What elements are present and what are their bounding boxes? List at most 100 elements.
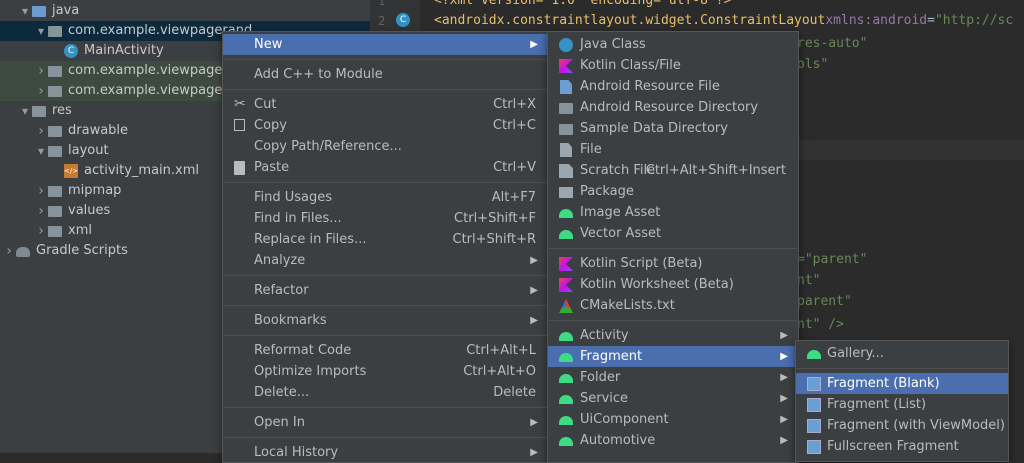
menu-item-fragment-blank[interactable]: Fragment (Blank) bbox=[796, 373, 1008, 394]
menu-item-optimize-imports[interactable]: Optimize Imports Ctrl+Alt+O bbox=[223, 361, 548, 382]
menu-item-kotlin-class-file[interactable]: Kotlin Class/File bbox=[548, 55, 798, 76]
android-icon bbox=[559, 395, 573, 404]
chevron-right-icon[interactable]: › bbox=[36, 81, 46, 101]
chevron-right-icon[interactable]: › bbox=[36, 121, 46, 141]
file-icon bbox=[560, 143, 572, 157]
menu-item-label: Refactor bbox=[254, 283, 309, 298]
chevron-right-icon[interactable]: › bbox=[4, 241, 14, 261]
menu-item-label: Java Class bbox=[580, 37, 646, 52]
android-icon bbox=[559, 416, 573, 425]
menu-separator bbox=[224, 275, 547, 276]
menu-item-android-resource-file[interactable]: Android Resource File bbox=[548, 76, 798, 97]
chevron-right-icon[interactable]: › bbox=[36, 181, 46, 201]
menu-item-label: Activity bbox=[580, 328, 629, 343]
folder-icon bbox=[48, 206, 62, 217]
tree-item-label: java bbox=[52, 3, 80, 18]
code-line: <?xml version="1.0" encoding="utf-8"?> bbox=[434, 0, 731, 8]
chevron-down-icon[interactable]: ▾ bbox=[20, 1, 30, 21]
menu-item-label: Automotive bbox=[580, 433, 656, 448]
menu-item-shortcut: Delete bbox=[493, 385, 536, 400]
chevron-down-icon[interactable]: ▾ bbox=[36, 141, 46, 161]
submenu-arrow-icon: ▶ bbox=[530, 315, 538, 326]
menu-item-file[interactable]: File bbox=[548, 139, 798, 160]
menu-item-label: Find Usages bbox=[254, 190, 333, 205]
menu-item-fragment-with-viewmodel[interactable]: Fragment (with ViewModel) bbox=[796, 415, 1008, 436]
code-token: ="parent" bbox=[797, 252, 868, 267]
submenu-arrow-icon: ▶ bbox=[780, 330, 788, 341]
menu-separator bbox=[224, 407, 547, 408]
tree-item[interactable]: ▾ java bbox=[0, 1, 370, 21]
submenu-arrow-icon: ▶ bbox=[530, 39, 538, 50]
menu-item-label: Android Resource File bbox=[580, 79, 720, 94]
menu-item-shortcut: Ctrl+C bbox=[492, 118, 536, 133]
chevron-right-icon[interactable]: › bbox=[36, 201, 46, 221]
menu-item-package[interactable]: Package bbox=[548, 181, 798, 202]
menu-item-refactor[interactable]: Refactor ▶ bbox=[223, 280, 548, 301]
menu-item-label: Cut bbox=[254, 97, 277, 112]
chevron-down-icon[interactable]: ▾ bbox=[36, 21, 46, 41]
menu-item-find-in-files[interactable]: Find in Files... Ctrl+Shift+F bbox=[223, 208, 548, 229]
menu-item-scratch-file[interactable]: Scratch File Ctrl+Alt+Shift+Insert bbox=[548, 160, 798, 181]
menu-item-sample-data-directory[interactable]: Sample Data Directory bbox=[548, 118, 798, 139]
android-icon bbox=[559, 437, 573, 446]
menu-item-java-class[interactable]: Java Class bbox=[548, 34, 798, 55]
menu-item-uicomponent[interactable]: UiComponent ▶ bbox=[548, 409, 798, 430]
menu-item-folder[interactable]: Folder ▶ bbox=[548, 367, 798, 388]
line-number: 1 bbox=[378, 0, 386, 8]
menu-item-copy[interactable]: Copy Ctrl+C bbox=[223, 115, 548, 136]
tree-item-label: mipmap bbox=[68, 183, 122, 198]
submenu-arrow-icon: ▶ bbox=[530, 285, 538, 296]
menu-item-new[interactable]: New ▶ bbox=[223, 34, 548, 55]
menu-item-label: Optimize Imports bbox=[254, 364, 367, 379]
menu-item-image-asset[interactable]: Image Asset bbox=[548, 202, 798, 223]
menu-item-kotlin-worksheet-beta[interactable]: Kotlin Worksheet (Beta) bbox=[548, 274, 798, 295]
chevron-right-icon[interactable]: › bbox=[36, 221, 46, 241]
menu-item-label: Fragment bbox=[580, 349, 643, 364]
menu-separator bbox=[549, 320, 797, 321]
menu-item-fragment-list[interactable]: Fragment (List) bbox=[796, 394, 1008, 415]
code-line: nt" bbox=[797, 273, 820, 288]
new-submenu: Java Class Kotlin Class/File Android Resou… bbox=[547, 31, 799, 463]
menu-item-open-in[interactable]: Open In ▶ bbox=[223, 412, 548, 433]
menu-item-kotlin-script-beta[interactable]: Kotlin Script (Beta) bbox=[548, 253, 798, 274]
folder-icon bbox=[32, 6, 46, 17]
android-icon bbox=[559, 230, 573, 239]
menu-item-label: Delete... bbox=[254, 385, 310, 400]
menu-item-reformat-code[interactable]: Reformat Code Ctrl+Alt+L bbox=[223, 340, 548, 361]
fragment-icon bbox=[807, 377, 821, 391]
menu-separator bbox=[224, 89, 547, 90]
scissors-icon: ✂ bbox=[234, 96, 246, 112]
menu-item-label: Folder bbox=[580, 370, 621, 385]
code-line: res-auto" bbox=[797, 36, 867, 51]
code-token: <androidx.constraintlayout.widget.Constr… bbox=[434, 13, 826, 28]
menu-item-find-usages[interactable]: Find Usages Alt+F7 bbox=[223, 187, 548, 208]
menu-item-cmakelists-txt[interactable]: CMakeLists.txt bbox=[548, 295, 798, 316]
menu-item-bookmarks[interactable]: Bookmarks ▶ bbox=[223, 310, 548, 331]
menu-item-label: Analyze bbox=[254, 253, 306, 268]
menu-item-fragment[interactable]: Fragment ▶ bbox=[548, 346, 798, 367]
menu-item-copy-path-reference[interactable]: Copy Path/Reference... bbox=[223, 136, 548, 157]
menu-item-replace-in-files[interactable]: Replace in Files... Ctrl+Shift+R bbox=[223, 229, 548, 250]
menu-separator bbox=[549, 248, 797, 249]
menu-item-add-c-to-module[interactable]: Add C++ to Module bbox=[223, 64, 548, 85]
chevron-down-icon[interactable]: ▾ bbox=[20, 101, 30, 121]
menu-item-fullscreen-fragment[interactable]: Fullscreen Fragment bbox=[796, 436, 1008, 457]
menu-item-service[interactable]: Service ▶ bbox=[548, 388, 798, 409]
menu-item-paste[interactable]: Paste Ctrl+V bbox=[223, 157, 548, 178]
menu-item-activity[interactable]: Activity ▶ bbox=[548, 325, 798, 346]
menu-item-automotive[interactable]: Automotive ▶ bbox=[548, 430, 798, 451]
menu-item-analyze[interactable]: Analyze ▶ bbox=[223, 250, 548, 271]
menu-item-delete[interactable]: Delete... Delete bbox=[223, 382, 548, 403]
menu-item-label: Bookmarks bbox=[254, 313, 327, 328]
cmake-icon bbox=[559, 299, 573, 313]
menu-item-cut[interactable]: ✂ Cut Ctrl+X bbox=[223, 94, 548, 115]
menu-item-vector-asset[interactable]: Vector Asset bbox=[548, 223, 798, 244]
menu-item-label: Image Asset bbox=[580, 205, 661, 220]
menu-item-android-resource-directory[interactable]: Android Resource Directory bbox=[548, 97, 798, 118]
menu-item-label: Package bbox=[580, 184, 634, 199]
android-icon bbox=[559, 209, 573, 218]
menu-item-label: Vector Asset bbox=[580, 226, 662, 241]
class-gutter-icon[interactable]: C bbox=[396, 13, 410, 27]
menu-item-gallery[interactable]: Gallery... bbox=[796, 343, 1008, 364]
chevron-right-icon[interactable]: › bbox=[36, 61, 46, 81]
